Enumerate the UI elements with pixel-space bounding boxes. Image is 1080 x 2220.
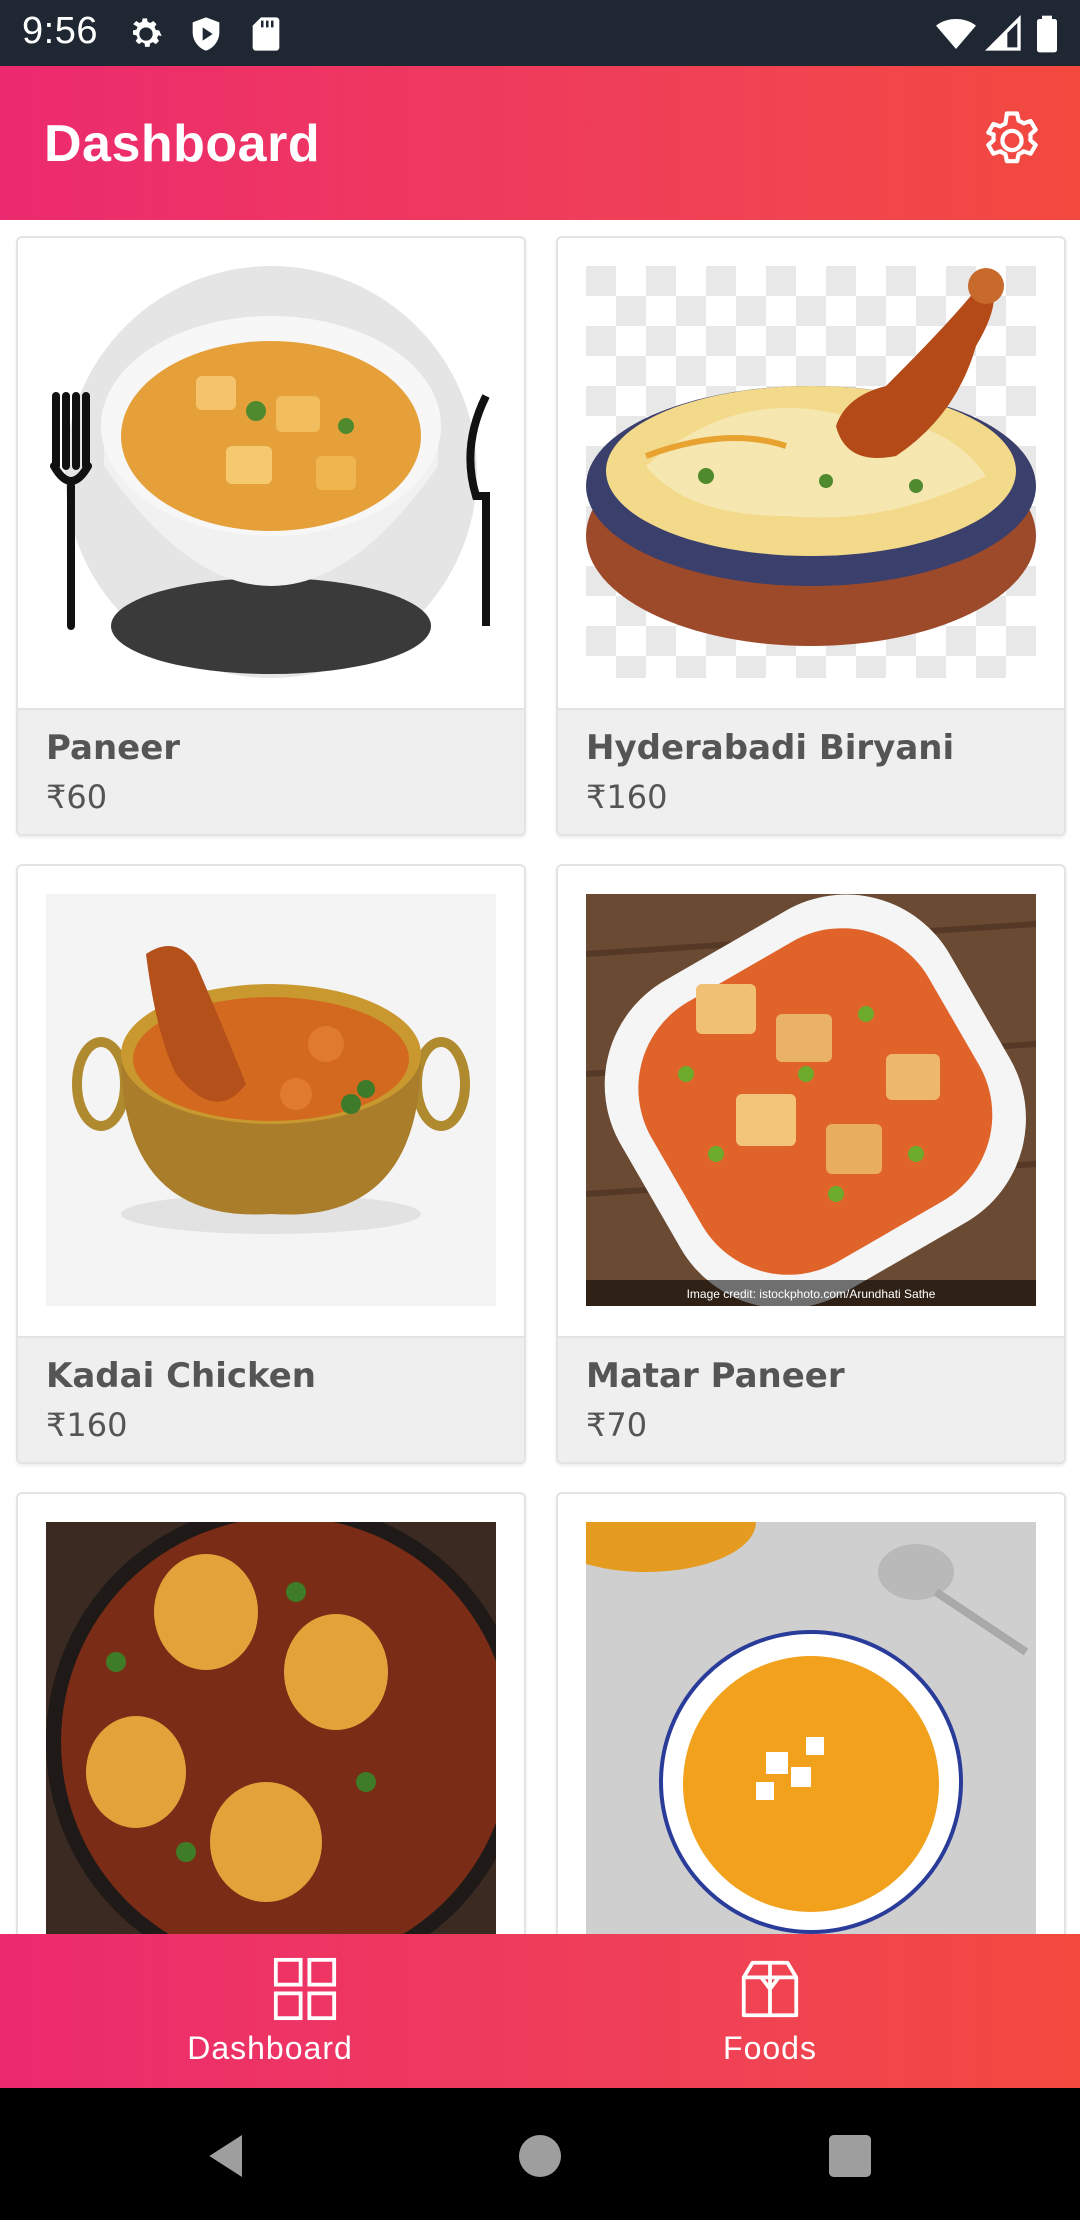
food-card-paneer[interactable]: Paneer ₹60 [16,236,526,836]
home-icon[interactable] [512,2128,568,2184]
nav-item-dashboard[interactable]: Dashboard [40,1934,580,2088]
system-navigation-bar [0,2088,1080,2220]
food-card-kadai-chicken[interactable]: Kadai Chicken ₹160 [16,864,526,1464]
status-bar: 9:56 [0,0,1080,66]
food-card-soup[interactable] [556,1492,1066,1934]
food-image [46,1522,496,1934]
food-price: ₹60 [46,778,108,816]
battery-icon [1037,15,1057,53]
wifi-icon [936,19,976,49]
food-card-egg-curry[interactable] [16,1492,526,1934]
food-price: ₹70 [586,1406,648,1444]
shield-play-icon [192,17,220,51]
food-info: Kadai Chicken ₹160 [18,1336,524,1462]
food-name: Paneer [46,728,181,768]
food-name: Hyderabadi Biryani [586,728,955,768]
nav-label-foods: Foods [723,2030,817,2066]
status-time: 9:56 [22,10,98,52]
food-price: ₹160 [46,1406,128,1444]
settings-button[interactable] [976,106,1048,178]
food-info: Hyderabadi Biryani ₹160 [558,708,1064,834]
gear-icon [133,18,162,47]
food-grid: Paneer ₹60 Hyderabadi Biryani ₹160 Kadai… [0,220,1080,1934]
box-icon [741,1960,799,2018]
back-icon[interactable] [200,2128,256,2184]
dashboard-grid-icon [273,1957,337,2021]
sd-card-icon [252,17,280,51]
food-card-hyderabadi-biryani[interactable]: Hyderabadi Biryani ₹160 [556,236,1066,836]
settings-gear-icon [986,111,1038,164]
recents-icon[interactable] [822,2128,878,2184]
nav-label-dashboard: Dashboard [187,2030,353,2066]
app-bar: Dashboard [0,66,1080,220]
food-image [586,266,1036,678]
food-image [46,266,496,678]
food-name: Kadai Chicken [46,1356,316,1396]
food-info: Paneer ₹60 [18,708,524,834]
page-title: Dashboard [44,115,321,173]
food-image: Image credit: istockphoto.com/Arundhati … [586,894,1036,1306]
food-card-matar-paneer[interactable]: Image credit: istockphoto.com/Arundhati … [556,864,1066,1464]
food-image [46,894,496,1306]
food-image [586,1522,1036,1934]
bottom-navigation: Dashboard Foods [0,1934,1080,2088]
food-info: Matar Paneer ₹70 [558,1336,1064,1462]
food-price: ₹160 [586,778,668,816]
signal-icon [984,14,1021,51]
food-name: Matar Paneer [586,1356,845,1396]
nav-item-foods[interactable]: Foods [500,1934,1040,2088]
image-credit: Image credit: istockphoto.com/Arundhati … [687,1287,936,1301]
